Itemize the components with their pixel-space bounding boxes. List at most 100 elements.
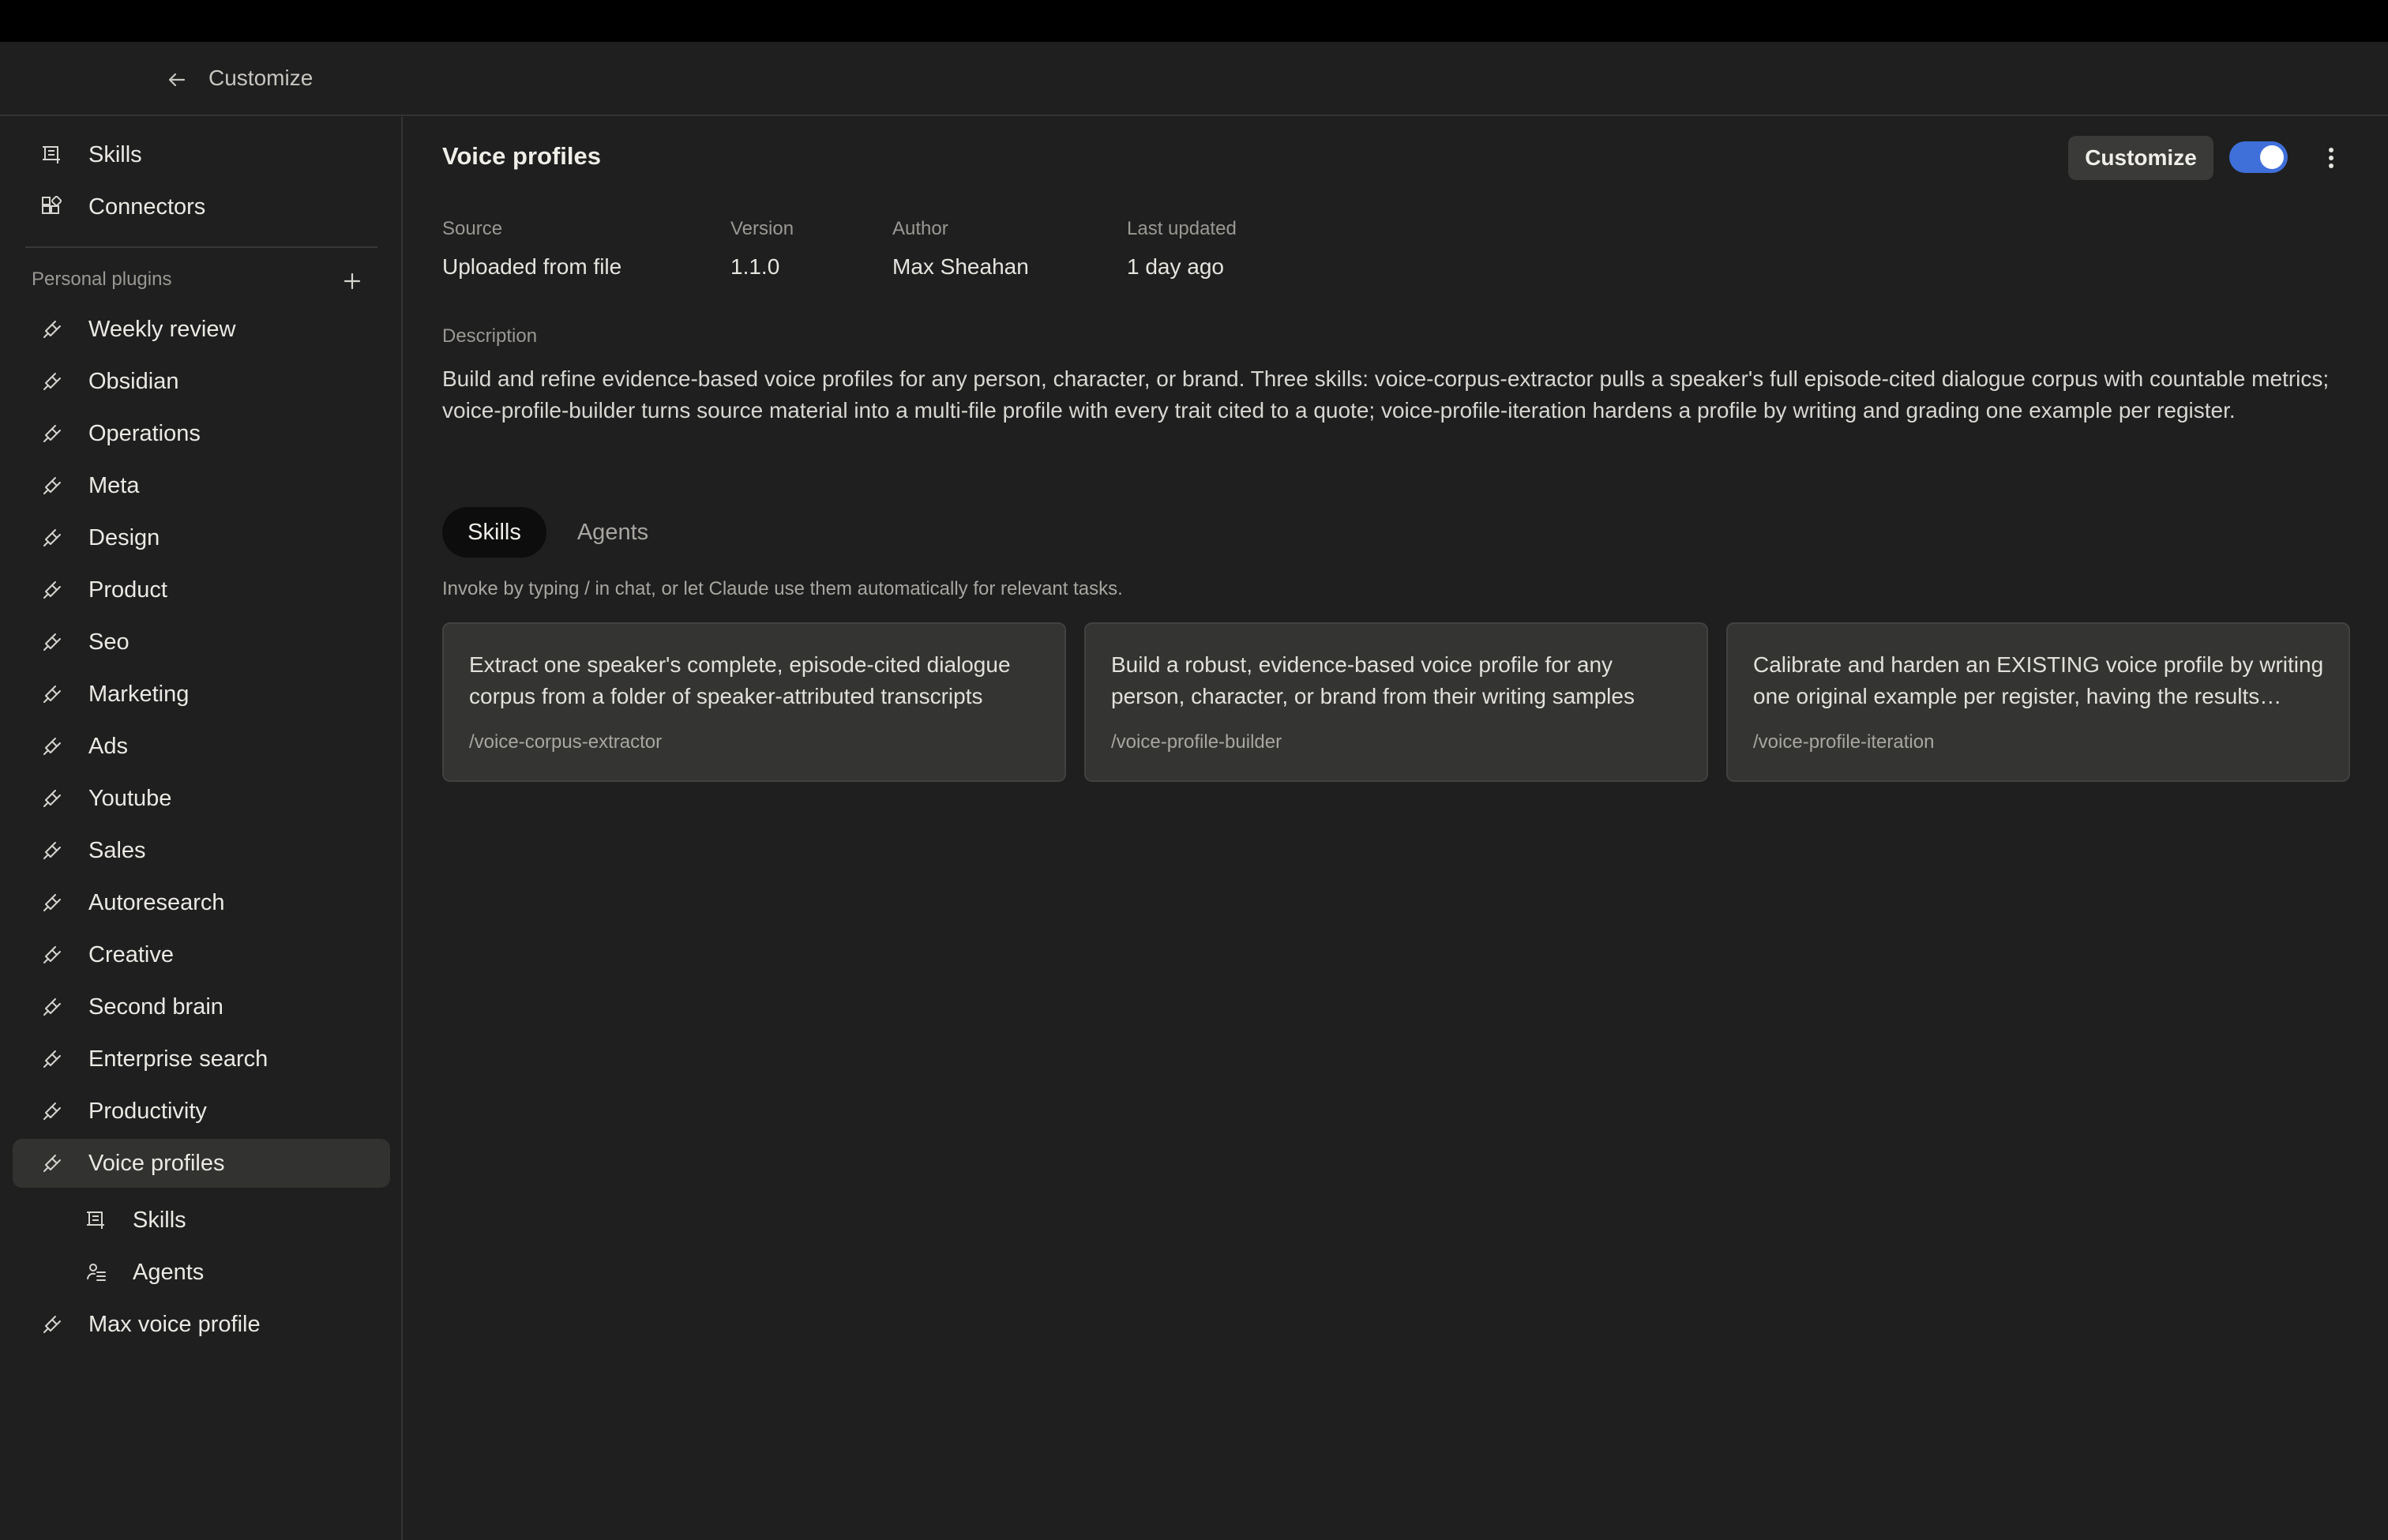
skills-icon <box>84 1209 109 1231</box>
meta-key: Source <box>442 218 503 239</box>
sidebar-item-voice-profiles[interactable]: Voice profiles <box>13 1139 390 1188</box>
plug-icon <box>39 318 65 340</box>
tab-agents[interactable]: Agents <box>562 507 663 558</box>
plug-icon <box>39 735 65 757</box>
sidebar-item-seo[interactable]: Seo <box>13 618 390 667</box>
plug-icon <box>39 944 65 966</box>
sidebar-item-marketing[interactable]: Marketing <box>13 670 390 719</box>
customize-button[interactable]: Customize <box>2068 136 2213 180</box>
plug-icon <box>39 1100 65 1122</box>
sidebar-subitem-agents[interactable]: Agents <box>13 1248 390 1297</box>
invoke-hint: Invoke by typing / in chat, or let Claud… <box>442 578 1123 599</box>
arrow-left-icon <box>168 73 186 87</box>
sidebar-item-label: Weekly review <box>88 316 236 342</box>
plug-icon <box>39 1313 65 1335</box>
meta-author: Author Max Sheahan <box>892 218 1029 280</box>
back-button[interactable] <box>158 61 196 99</box>
sidebar-item-obsidian[interactable]: Obsidian <box>13 357 390 406</box>
sidebar-item-sales[interactable]: Sales <box>13 826 390 875</box>
header-title: Customize <box>208 66 314 90</box>
add-plugin-button[interactable] <box>338 267 366 295</box>
sidebar-item-ads[interactable]: Ads <box>13 722 390 771</box>
plug-icon <box>39 475 65 497</box>
sidebar-item-label: Skills <box>133 1207 186 1233</box>
sidebar-item-meta[interactable]: Meta <box>13 461 390 510</box>
sidebar-item-label: Sales <box>88 837 146 863</box>
sidebar-item-label: Marketing <box>88 681 190 707</box>
sidebar-item-label: Autoresearch <box>88 889 225 915</box>
main-panel: Voice profiles Customize Source Uploaded… <box>404 117 2388 1540</box>
sidebar-item-label: Skills <box>88 141 142 167</box>
window-top-bar <box>0 0 2388 42</box>
skill-command: /voice-profile-iteration <box>1753 731 1935 753</box>
sidebar-item-operations[interactable]: Operations <box>13 409 390 458</box>
plug-icon <box>39 839 65 862</box>
description-text: Build and refine evidence-based voice pr… <box>442 366 2330 423</box>
skill-command: /voice-profile-builder <box>1111 731 1282 753</box>
description-label: Description <box>442 325 538 347</box>
plug-icon <box>39 631 65 653</box>
sidebar-item-label: Seo <box>88 629 130 655</box>
sidebar-item-label: Enterprise search <box>88 1046 268 1072</box>
meta-last-updated: Last updated 1 day ago <box>1127 218 1237 280</box>
sidebar-item-label: Creative <box>88 941 174 967</box>
sidebar-item-productivity[interactable]: Productivity <box>13 1087 390 1136</box>
plug-icon <box>39 1048 65 1070</box>
sidebar-item-creative[interactable]: Creative <box>13 930 390 979</box>
sidebar-item-max-voice-profile[interactable]: Max voice profile <box>13 1300 390 1349</box>
enable-toggle[interactable] <box>2229 141 2288 173</box>
sidebar-item-label: Youtube <box>88 785 172 811</box>
sidebar-item-label: Max voice profile <box>88 1311 261 1337</box>
sidebar-item-weekly-review[interactable]: Weekly review <box>13 305 390 354</box>
page-title: Voice profiles <box>442 142 601 170</box>
meta-value: 1.1.0 <box>730 254 780 279</box>
plug-icon <box>39 1152 65 1174</box>
skill-card[interactable]: Calibrate and harden an EXISTING voice p… <box>1726 622 2350 782</box>
plus-icon <box>344 272 361 290</box>
plug-icon <box>39 423 65 445</box>
sidebar-item-connectors[interactable]: Connectors <box>13 182 390 231</box>
toggle-knob <box>2260 145 2284 169</box>
sidebar-item-label: Design <box>88 524 160 550</box>
meta-value: 1 day ago <box>1127 254 1224 279</box>
sidebar-item-autoresearch[interactable]: Autoresearch <box>13 878 390 927</box>
sidebar-item-skills[interactable]: Skills <box>13 130 390 179</box>
sidebar-item-product[interactable]: Product <box>13 565 390 614</box>
tab-skills[interactable]: Skills <box>442 507 546 558</box>
plug-icon <box>39 527 65 549</box>
sidebar-item-second-brain[interactable]: Second brain <box>13 982 390 1031</box>
plug-icon <box>39 683 65 705</box>
skill-description: Extract one speaker's complete, episode-… <box>469 652 1011 708</box>
section-label: Personal plugins <box>32 269 172 290</box>
sidebar-item-youtube[interactable]: Youtube <box>13 774 390 823</box>
sidebar-item-label: Connectors <box>88 193 206 220</box>
sidebar: Skills Connectors Personal plugins Weekly r… <box>0 117 403 1540</box>
meta-value: Max Sheahan <box>892 254 1029 279</box>
meta-key: Last updated <box>1127 218 1237 239</box>
plug-icon <box>39 370 65 393</box>
sidebar-divider <box>25 246 377 248</box>
agents-icon <box>84 1261 109 1283</box>
sidebar-item-label: Obsidian <box>88 368 179 394</box>
sidebar-item-label: Product <box>88 577 167 603</box>
plug-icon <box>39 996 65 1018</box>
skills-icon <box>39 144 65 166</box>
sidebar-item-label: Agents <box>133 1259 205 1285</box>
meta-value: Uploaded from file <box>442 254 622 279</box>
sidebar-subitem-skills[interactable]: Skills <box>13 1196 390 1245</box>
sidebar-item-label: Second brain <box>88 993 223 1020</box>
meta-version: Version 1.1.0 <box>730 218 794 280</box>
skill-description: Build a robust, evidence-based voice pro… <box>1111 652 1635 708</box>
more-vertical-icon <box>2329 148 2334 168</box>
skill-card[interactable]: Extract one speaker's complete, episode-… <box>442 622 1066 782</box>
more-options-button[interactable] <box>2314 141 2349 175</box>
meta-key: Author <box>892 218 948 239</box>
sidebar-item-enterprise-search[interactable]: Enterprise search <box>13 1035 390 1084</box>
sidebar-item-label: Voice profiles <box>88 1150 225 1176</box>
sidebar-item-label: Ads <box>88 733 128 759</box>
sidebar-item-label: Productivity <box>88 1098 207 1124</box>
sidebar-item-design[interactable]: Design <box>13 513 390 562</box>
skill-card[interactable]: Build a robust, evidence-based voice pro… <box>1084 622 1708 782</box>
plug-icon <box>39 579 65 601</box>
connectors-icon <box>39 196 65 218</box>
